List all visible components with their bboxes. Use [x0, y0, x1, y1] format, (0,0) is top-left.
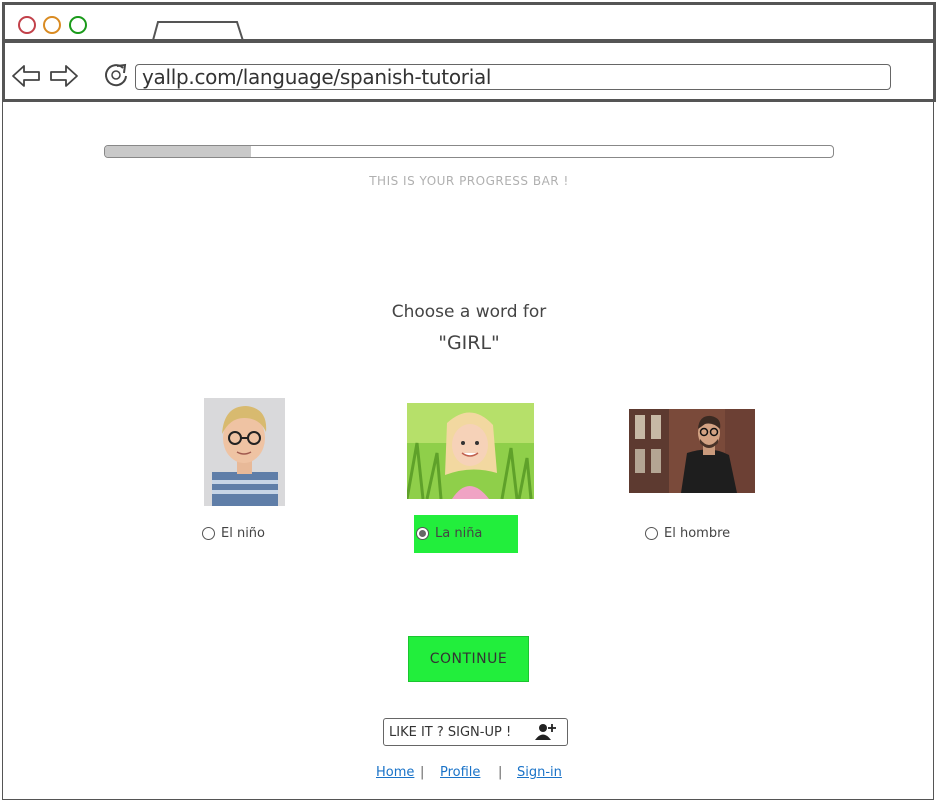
- option-label: El hombre: [664, 526, 731, 541]
- browser-titlebar: [2, 2, 936, 45]
- boy-with-glasses-photo[interactable]: [204, 398, 285, 506]
- back-arrow-icon[interactable]: [11, 63, 41, 89]
- progress-bar: [104, 145, 834, 158]
- progress-bar-fill: [105, 146, 251, 157]
- radio-el-hombre[interactable]: [645, 527, 658, 540]
- footer-link-profile[interactable]: Profile: [440, 765, 480, 780]
- footer-nav: Home | Profile | Sign-in: [0, 765, 938, 785]
- browser-navbar: yallp.com/language/spanish-tutorial: [2, 40, 936, 102]
- signup-button[interactable]: LIKE IT ? SIGN-UP !: [383, 718, 568, 746]
- add-user-icon: [535, 724, 556, 740]
- signup-label: LIKE IT ? SIGN-UP !: [389, 724, 512, 740]
- option-la-nina[interactable]: La niña: [416, 526, 482, 541]
- radio-el-nino[interactable]: [202, 527, 215, 540]
- man-with-glasses-photo[interactable]: [629, 409, 755, 493]
- address-bar[interactable]: yallp.com/language/spanish-tutorial: [135, 64, 891, 90]
- option-label: El niño: [221, 526, 266, 541]
- reload-icon[interactable]: [101, 60, 131, 90]
- footer-separator: |: [498, 765, 503, 780]
- target-word: "GIRL": [438, 332, 500, 354]
- question-prompt: Choose a word for: [391, 302, 547, 322]
- minimize-window-icon[interactable]: [43, 16, 61, 34]
- option-el-hombre[interactable]: El hombre: [645, 526, 730, 541]
- progress-caption: THIS IS YOUR PROGRESS BAR !: [369, 174, 569, 188]
- footer-link-home[interactable]: Home: [376, 765, 414, 780]
- girl-in-grass-photo[interactable]: [407, 403, 534, 499]
- forward-arrow-icon[interactable]: [49, 63, 79, 89]
- continue-button[interactable]: CONTINUE: [408, 636, 529, 682]
- maximize-window-icon[interactable]: [69, 16, 87, 34]
- close-window-icon[interactable]: [18, 16, 36, 34]
- footer-separator: |: [420, 765, 425, 780]
- radio-la-nina[interactable]: [416, 527, 429, 540]
- footer-link-signin[interactable]: Sign-in: [517, 765, 562, 780]
- option-label: La niña: [435, 526, 483, 541]
- option-el-nino[interactable]: El niño: [202, 526, 265, 541]
